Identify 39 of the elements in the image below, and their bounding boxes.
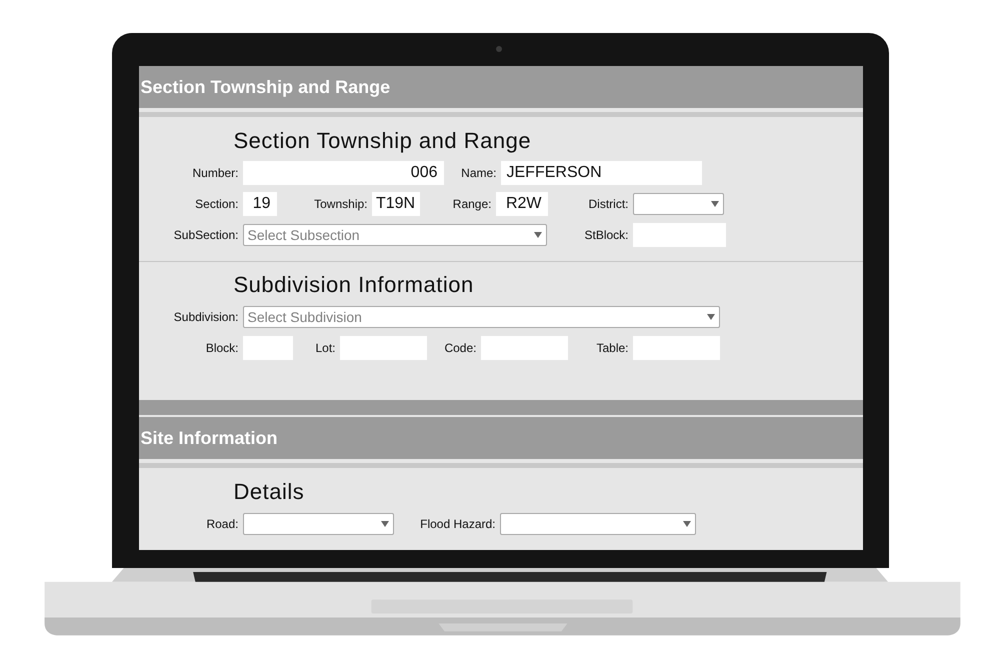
field-label: Block: bbox=[204, 341, 238, 355]
field-label: Name: bbox=[460, 166, 496, 180]
field-label: Section: bbox=[194, 197, 238, 211]
field-label: SubSection: bbox=[172, 228, 238, 242]
field-label: StBlock: bbox=[583, 228, 628, 242]
caret-icon bbox=[710, 201, 718, 207]
text-field[interactable]: T19N bbox=[372, 192, 420, 216]
camera-dot bbox=[496, 46, 502, 52]
text-field[interactable] bbox=[242, 336, 292, 360]
caret-icon bbox=[380, 521, 388, 527]
field-label: Code: bbox=[443, 341, 476, 355]
dropdown-field[interactable] bbox=[632, 193, 724, 215]
text-field[interactable]: 19 bbox=[242, 192, 276, 216]
caret-icon bbox=[706, 314, 714, 320]
caret-icon bbox=[682, 521, 690, 527]
dropdown-field[interactable]: Select Subdivision bbox=[242, 306, 720, 328]
field-label: Subdivision: bbox=[172, 310, 238, 324]
text-field[interactable]: JEFFERSON bbox=[500, 161, 702, 185]
dropdown-field[interactable]: Select Subsection bbox=[242, 224, 546, 246]
text-field[interactable] bbox=[340, 336, 426, 360]
dropdown-field[interactable] bbox=[500, 513, 696, 535]
text-field[interactable]: 006 bbox=[242, 161, 444, 185]
group-heading: Section Township and Range bbox=[232, 128, 532, 154]
field-label: Township: bbox=[313, 197, 368, 211]
field-label: Road: bbox=[205, 517, 238, 531]
group-heading: Details bbox=[232, 479, 306, 505]
dropdown-field[interactable] bbox=[242, 513, 394, 535]
field-label: Flood Hazard: bbox=[419, 517, 496, 531]
group-heading: Subdivision Information bbox=[232, 272, 475, 298]
field-label: Number: bbox=[191, 166, 238, 180]
text-field[interactable] bbox=[632, 223, 726, 247]
text-field[interactable]: R2W bbox=[496, 192, 548, 216]
text-field[interactable] bbox=[632, 336, 720, 360]
field-label: Lot: bbox=[314, 341, 336, 355]
text-field[interactable] bbox=[480, 336, 568, 360]
field-label: District: bbox=[588, 197, 628, 211]
field-label: Range: bbox=[452, 197, 492, 211]
field-label: Table: bbox=[595, 341, 628, 355]
caret-icon bbox=[534, 232, 542, 238]
